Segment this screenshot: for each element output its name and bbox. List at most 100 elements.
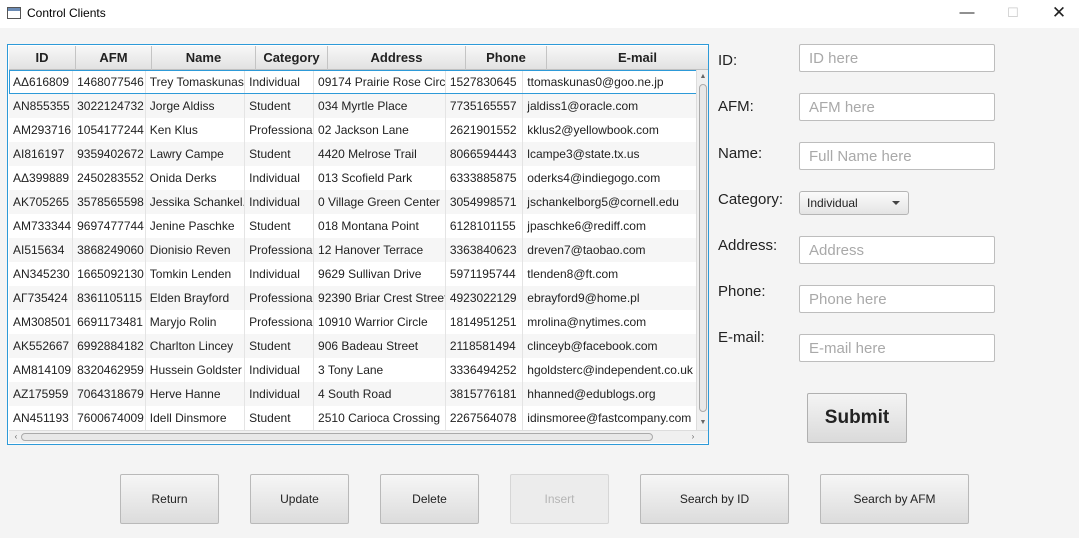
name-input[interactable] [799,142,995,170]
cell-id: AΔ616809 [9,70,74,94]
cell-email: lcampe3@state.tx.us [523,142,697,166]
email-input[interactable] [799,334,995,362]
column-header-afm[interactable]: AFM [76,46,152,70]
table-row[interactable]: AI515634 3868249060 Dionisio Reven Professi… [9,238,697,262]
cell-id: AM814109 [9,358,74,382]
name-label: Name: [718,145,763,162]
cell-address: 4 South Road [314,382,446,406]
minimize-button[interactable]: — [944,0,990,28]
scroll-right-icon[interactable]: › [688,432,698,442]
update-button[interactable]: Update [250,474,349,524]
cell-phone: 3336494252 [446,358,524,382]
chevron-down-icon [892,201,900,205]
cell-afm: 7064318679 [73,382,146,406]
table-row[interactable]: AΔ399889 2450283552 Onida Derks Individual 0… [9,166,697,190]
afm-input[interactable] [799,93,995,121]
window-title: Control Clients [27,6,106,20]
column-header-category[interactable]: Category [256,46,328,70]
cell-address: 92390 Briar Crest Street [314,286,446,310]
cell-category: Individual [245,190,315,214]
cell-address: 4420 Melrose Trail [314,142,446,166]
title-bar: Control Clients — ☐ ✕ [0,0,1079,28]
table-header: ID AFM Name Category Address Phone E-mai… [9,46,708,70]
scroll-left-icon[interactable]: ‹ [11,432,21,442]
column-header-address[interactable]: Address [328,46,466,70]
table-row[interactable]: AK552667 6992884182 Charlton Lincey Student… [9,334,697,358]
column-header-phone[interactable]: Phone [466,46,547,70]
cell-category: Individual [245,262,315,286]
cell-phone: 6333885875 [446,166,524,190]
column-header-email[interactable]: E-mail [547,46,708,70]
close-button[interactable]: ✕ [1036,0,1079,28]
column-header-id[interactable]: ID [9,46,76,70]
cell-address: 02 Jackson Lane [314,118,446,142]
table-row[interactable]: AΔ616809 1468077546 Trey Tomaskunas Individ… [9,70,697,94]
cell-id: AK705265 [9,190,74,214]
horizontal-scrollbar[interactable]: ‹ › [9,430,708,443]
category-label: Category: [718,191,784,208]
table-row[interactable]: AM733344 9697477744 Jenine Paschke Student 0… [9,214,697,238]
maximize-button[interactable]: ☐ [990,0,1036,28]
app-window-icon [7,7,21,19]
cell-afm: 8361105115 [73,286,146,310]
cell-email: ebrayford9@home.pl [523,286,697,310]
cell-phone: 5971195744 [446,262,524,286]
cell-category: Professional [245,286,315,310]
id-input[interactable] [799,44,995,72]
afm-label: AFM: [718,98,754,115]
table-row[interactable]: AN345230 1665092130 Tomkin Lenden Individua… [9,262,697,286]
table-row[interactable]: AM293716 1054177244 Ken Klus Professional 02… [9,118,697,142]
table-body: AΔ616809 1468077546 Trey Tomaskunas Individ… [9,70,697,430]
table-row[interactable]: AM814109 8320462959 Hussein Goldster Indivi… [9,358,697,382]
scroll-down-icon[interactable]: ▼ [698,418,708,428]
table-row[interactable]: AM308501 6691173481 Maryjo Rolin Profession… [9,310,697,334]
search-by-id-button[interactable]: Search by ID [640,474,789,524]
phone-input[interactable] [799,285,995,313]
cell-phone: 2118581494 [446,334,524,358]
scroll-up-icon[interactable]: ▲ [698,72,708,82]
cell-afm: 9697477744 [73,214,146,238]
horizontal-scroll-thumb[interactable] [21,433,653,441]
search-by-afm-button[interactable]: Search by AFM [820,474,969,524]
cell-name: Jorge Aldiss [146,94,246,118]
clients-table[interactable]: ID AFM Name Category Address Phone E-mai… [7,44,709,445]
submit-button[interactable]: Submit [807,393,907,443]
cell-phone: 1814951251 [446,310,524,334]
cell-category: Student [245,406,315,430]
cell-afm: 3022124732 [73,94,146,118]
cell-address: 9629 Sullivan Drive [314,262,446,286]
cell-address: 018 Montana Point [314,214,446,238]
cell-category: Student [245,214,315,238]
return-button[interactable]: Return [120,474,219,524]
table-row[interactable]: AZ175959 7064318679 Herve Hanne Individual 4… [9,382,697,406]
table-row[interactable]: AN855355 3022124732 Jorge Aldiss Student 034… [9,94,697,118]
cell-category: Student [245,94,315,118]
cell-phone: 4923022129 [446,286,524,310]
cell-afm: 9359402672 [73,142,146,166]
cell-afm: 7600674009 [73,406,146,430]
cell-name: Elden Brayford [146,286,246,310]
vertical-scroll-thumb[interactable] [699,84,707,412]
cell-phone: 6128101155 [446,214,524,238]
category-select[interactable]: Individual [799,191,909,215]
cell-address: 0 Village Green Center [314,190,446,214]
cell-email: kklus2@yellowbook.com [523,118,697,142]
vertical-scrollbar[interactable]: ▲ ▼ [696,70,708,430]
column-header-name[interactable]: Name [152,46,256,70]
insert-button[interactable]: Insert [510,474,609,524]
cell-id: AM293716 [9,118,74,142]
table-row[interactable]: AI816197 9359402672 Lawry Campe Student 4420… [9,142,697,166]
delete-button[interactable]: Delete [380,474,479,524]
cell-name: Maryjo Rolin [146,310,246,334]
cell-email: tlenden8@ft.com [523,262,697,286]
email-label: E-mail: [718,329,765,346]
cell-id: AN855355 [9,94,74,118]
address-input[interactable] [799,236,995,264]
table-row[interactable]: AN451193 7600674009 Idell Dinsmore Student 2… [9,406,697,430]
cell-address: 12 Hanover Terrace [314,238,446,262]
table-row[interactable]: AK705265 3578565598 Jessika Schankel... Ind… [9,190,697,214]
cell-category: Professional [245,310,315,334]
cell-id: AΔ399889 [9,166,74,190]
cell-name: Jenine Paschke [146,214,246,238]
table-row[interactable]: AΓ735424 8361105115 Elden Brayford Professi… [9,286,697,310]
